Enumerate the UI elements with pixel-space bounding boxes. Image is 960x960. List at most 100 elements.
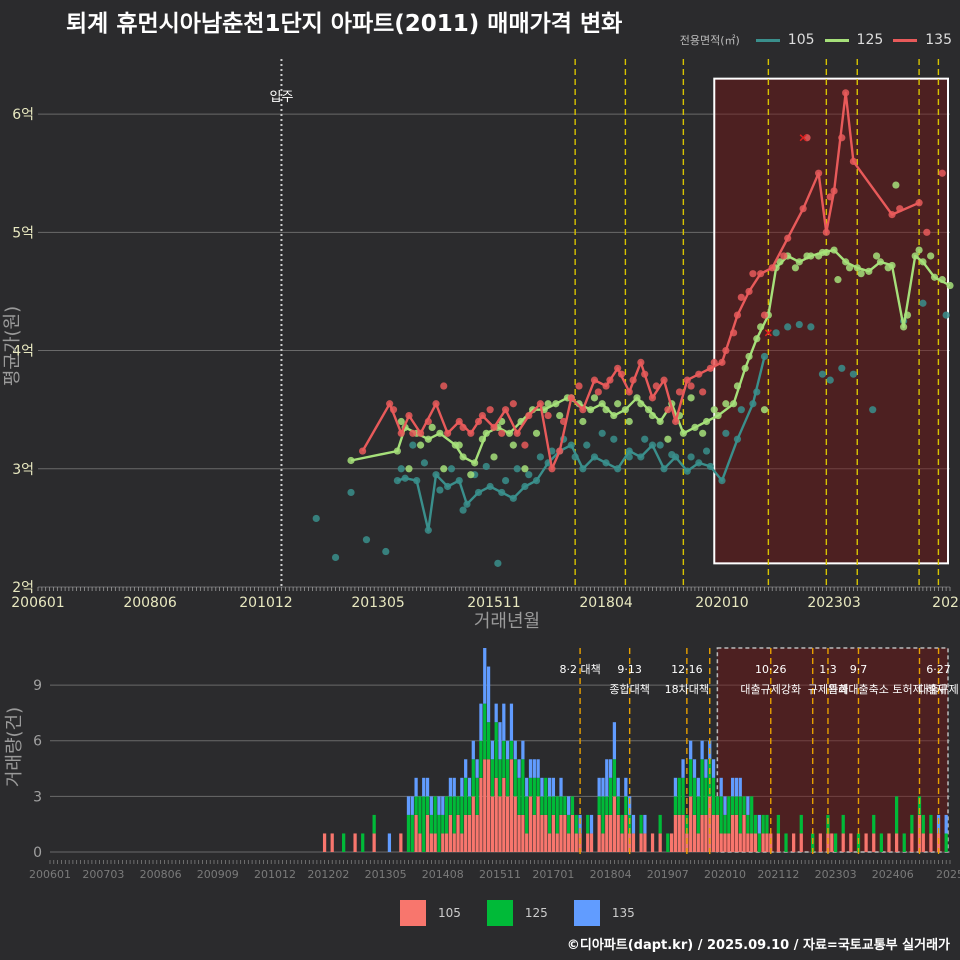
bar-segment-125 <box>734 796 739 815</box>
bar-segment-125 <box>567 814 571 834</box>
data-point-125 <box>687 394 695 402</box>
y-tick-label: 0 <box>33 845 42 861</box>
bar-segment-125 <box>719 796 723 834</box>
bar-segment-135 <box>689 740 693 760</box>
data-point-105 <box>610 435 618 443</box>
data-point-125 <box>834 276 842 284</box>
bar-segment-125 <box>517 777 521 815</box>
bar-legend-item-135[interactable]: 135 <box>573 900 635 926</box>
data-point-125 <box>648 411 657 420</box>
bar-segment-135 <box>559 777 563 797</box>
bar-segment-105 <box>792 833 796 852</box>
data-point-135 <box>559 417 568 426</box>
data-point-125 <box>919 258 927 266</box>
bar-segment-125 <box>570 796 575 815</box>
bar-segment-125 <box>597 796 601 815</box>
bar-segment-125 <box>540 796 544 815</box>
data-point-125 <box>830 246 838 254</box>
bar-segment-125 <box>944 833 948 852</box>
data-point-135 <box>444 429 452 437</box>
bar-segment-125 <box>452 796 456 834</box>
bar-legend-swatch-105 <box>400 900 426 926</box>
data-point-105 <box>525 471 533 479</box>
legend-label-135: 135 <box>925 32 952 48</box>
bar-segment-135 <box>521 740 525 760</box>
data-point-125 <box>552 400 560 408</box>
bar-segment-105 <box>605 814 609 852</box>
data-point-125 <box>853 264 861 272</box>
data-point-125 <box>644 406 653 414</box>
bar-segment-125 <box>757 833 761 852</box>
bar-segment-125 <box>586 814 590 834</box>
bar-legend-item-125[interactable]: 125 <box>486 900 548 926</box>
policy-label: 1·3 <box>819 663 837 676</box>
data-point-125 <box>393 447 401 455</box>
bar-legend-item-105[interactable]: 105 <box>400 900 461 926</box>
bar-segment-105 <box>929 833 933 852</box>
bar-segment-125 <box>750 796 754 834</box>
data-point-105 <box>753 388 761 396</box>
data-point-125 <box>416 441 425 449</box>
bar-segment-105 <box>353 833 357 852</box>
data-point-125 <box>633 394 641 402</box>
bar-segment-105 <box>471 796 475 852</box>
bar-segment-135 <box>540 777 544 797</box>
data-point-105 <box>424 526 432 534</box>
bar-segment-105 <box>589 833 594 852</box>
bar-segment-105 <box>921 833 925 852</box>
data-point-105 <box>393 477 401 485</box>
bar-segment-135 <box>486 666 491 723</box>
data-point-105 <box>590 453 599 461</box>
data-point-105 <box>784 323 792 331</box>
data-point-125 <box>733 382 742 390</box>
bar-segment-105 <box>559 814 563 852</box>
data-point-125 <box>490 453 498 461</box>
x-tick-label: 201202 <box>307 868 349 881</box>
bar-segment-125 <box>456 796 460 815</box>
data-point-135 <box>849 157 857 165</box>
data-point-125 <box>915 246 923 254</box>
bar-segment-105 <box>620 833 624 852</box>
bar-segment-135 <box>547 777 552 797</box>
data-point-135 <box>397 429 405 437</box>
data-point-105 <box>838 364 846 372</box>
bar-segment-125 <box>342 833 346 852</box>
data-point-105 <box>444 482 452 491</box>
y-axis-title: 거래량(건) <box>4 707 25 787</box>
data-point-125 <box>347 456 355 465</box>
bar-segment-105 <box>692 814 697 852</box>
data-point-135 <box>536 400 544 408</box>
bar-segment-105 <box>586 833 590 852</box>
bar-segment-105 <box>448 814 453 852</box>
data-point-135 <box>706 364 715 372</box>
data-point-135 <box>915 199 923 207</box>
bar-segment-135 <box>597 777 601 797</box>
bar-segment-105 <box>750 833 754 852</box>
data-point-105 <box>513 465 521 473</box>
data-point-105 <box>401 474 409 482</box>
data-point-125 <box>691 423 699 431</box>
bar-legend: 105 125 135 <box>400 900 661 926</box>
legend-item-105[interactable]: 105 <box>755 32 815 48</box>
data-point-125 <box>621 406 629 414</box>
footer-credit: ©디아파트(dapt.kr) / 2025.09.10 / 자료=국토교통부 실… <box>566 938 950 953</box>
legend-item-125[interactable]: 125 <box>824 32 883 48</box>
bar-segment-125 <box>841 814 845 834</box>
data-point-125 <box>521 465 529 473</box>
bar-segment-105 <box>677 814 681 852</box>
data-point-125 <box>428 423 436 431</box>
data-point-105 <box>598 429 606 437</box>
x-tick-label: 202406 <box>872 868 914 881</box>
bar-segment-105 <box>414 814 418 852</box>
data-point-135 <box>521 441 529 449</box>
data-point-105 <box>498 488 506 497</box>
price-chart: 2억3억4억5억6억입주200601 200806 201012 201305 2015… <box>2 55 960 632</box>
data-point-135 <box>803 134 811 142</box>
x-tick-label: 200703 <box>82 868 124 881</box>
data-point-105 <box>772 329 780 337</box>
bar-segment-125 <box>692 777 697 815</box>
legend-item-135[interactable]: 135 <box>893 32 952 48</box>
bar-segment-125 <box>448 796 453 815</box>
data-point-105 <box>362 536 371 544</box>
bar-segment-125 <box>410 814 414 852</box>
